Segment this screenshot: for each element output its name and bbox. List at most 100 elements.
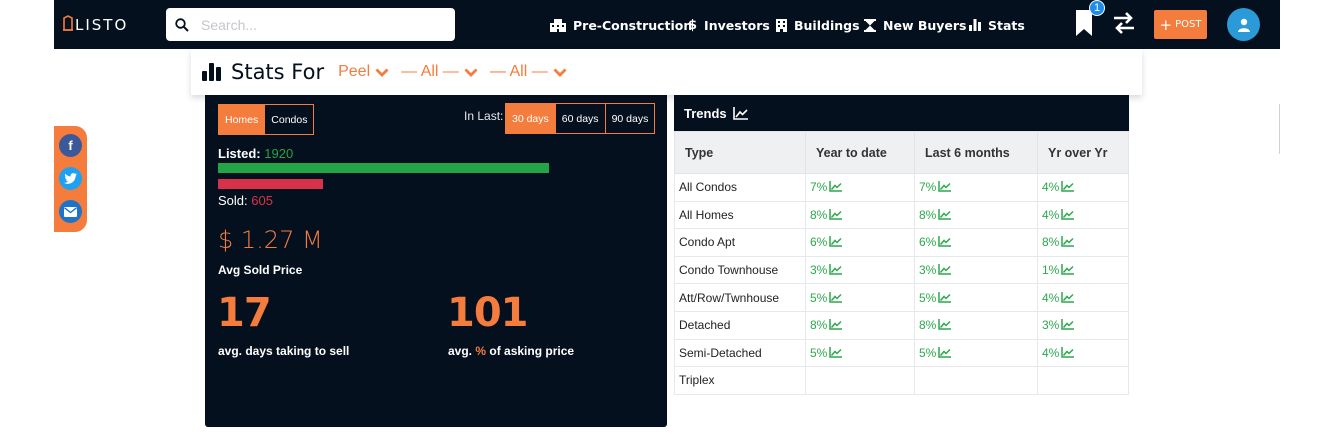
trend-cell-yoy: 4% [1037,338,1129,368]
percent-icon: % [475,344,487,358]
row-type: Condo Townhouse [674,255,806,285]
chevron-down-icon [553,68,567,77]
hourglass-icon [864,18,876,32]
trend-up-icon [938,291,952,303]
avg-days-value: 17 [217,290,272,336]
table-row: All Condos 7% 7% 4% [674,173,1129,202]
region-filter[interactable]: Peel [338,63,389,81]
asking-pre: avg. [448,344,473,358]
listed-label: Listed: [218,146,261,161]
row-type: All Homes [674,200,806,230]
listed-bar [218,163,549,173]
trend-value: 1% [1042,263,1060,278]
column-header: Yr over Yr [1037,131,1129,174]
twitter-icon[interactable] [59,167,82,190]
logo-text: LISTO [75,16,129,34]
tab-homes[interactable]: Homes [219,105,265,134]
sold-stat: Sold: 605 [218,193,273,208]
trend-cell-six: 5% [914,338,1038,368]
avg-sold-price: $ 1.27 M [218,226,323,254]
trend-value: 5% [810,290,828,305]
city-filter[interactable]: — All — [401,63,478,81]
post-button[interactable]: + POST [1154,10,1207,39]
trend-cell-yoy: 4% [1037,173,1129,202]
post-label: POST [1175,19,1202,30]
trends-table-body: All Condos 7% 7% 4% All Homes 8% 8% 4% Condo Apt… [674,173,1129,395]
avg-sold-price-label: Avg Sold Price [218,263,303,277]
trend-up-icon [829,319,843,331]
row-type: Detached [674,310,806,340]
trend-cell-yoy: 4% [1037,283,1129,312]
trend-cell-six: 6% [914,228,1038,257]
trend-cell-ytd: 3% [805,255,915,285]
trend-up-icon [1061,264,1075,275]
trends-header: Trends [674,95,1129,131]
table-row: All Homes 8% 8% 4% [674,200,1129,230]
tab-30-days[interactable]: 30 days [506,104,555,133]
search-icon [175,17,189,32]
row-type-label: Triplex [679,373,715,388]
facebook-icon[interactable]: f [59,134,82,157]
table-row: Semi-Detached 5% 5% 4% [674,338,1129,368]
row-type: Triplex [674,366,806,395]
search-box[interactable] [166,8,455,41]
table-row: Att/Row/Twnhouse 5% 5% 4% [674,283,1129,312]
avg-asking-value: 101 [447,290,528,336]
stats-title: Stats For [231,60,325,84]
trend-up-icon [829,181,843,193]
dollar-icon: $ [688,17,698,33]
bar-chart-icon [969,19,981,31]
nav-stats[interactable]: Stats [969,16,1025,34]
table-row: Condo Townhouse 3% 3% 1% [674,255,1129,285]
stats-filter-bar: Stats For Peel — All — — All — [191,49,1142,95]
row-type-label: Att/Row/Twnhouse [679,290,780,305]
search-input[interactable] [201,16,431,33]
row-type: All Condos [674,173,806,202]
nav-pre-construction[interactable]: Pre-Construction [550,16,692,34]
trend-cell-six [914,366,1038,395]
trend-cell-six: 7% [914,173,1038,202]
trend-cell-yoy: 1% [1037,255,1129,285]
tab-condos[interactable]: Condos [264,105,313,134]
bar-chart-icon [202,63,221,81]
trend-up-icon [938,236,952,248]
trend-value: 8% [919,318,937,333]
nav-label: Pre-Construction [573,17,693,33]
logo[interactable]: LISTO [62,14,128,36]
filter-value: — All — [489,63,548,80]
trend-cell-yoy [1037,366,1129,395]
listed-stat: Listed: 1920 [218,146,293,161]
nav-new-buyers[interactable]: New Buyers [864,16,967,34]
community-filter[interactable]: — All — [490,63,567,81]
trend-value: 7% [919,180,937,195]
bookmark-count-badge: 1 [1089,0,1105,16]
trend-value: 5% [919,290,937,305]
trend-value: 5% [810,345,828,360]
row-type-label: All Homes [679,207,734,222]
scroll-divider [1279,104,1280,154]
trend-up-icon [732,106,748,120]
compare-arrows-icon[interactable] [1111,11,1137,35]
trend-up-icon [1061,208,1075,220]
trend-cell-ytd: 8% [805,310,915,340]
plus-icon: + [1159,15,1173,34]
user-icon [1237,18,1250,32]
trends-title: Trends [684,105,727,121]
trend-up-icon [829,291,843,303]
trend-value: 8% [1042,235,1060,250]
nav-label: Buildings [794,17,860,33]
avatar[interactable] [1227,8,1260,41]
tab-90-days[interactable]: 90 days [604,104,655,133]
tab-60-days[interactable]: 60 days [554,104,605,133]
trend-cell-six: 5% [914,283,1038,312]
trend-cell-ytd: 8% [805,200,915,230]
email-icon[interactable] [59,200,82,223]
in-last-label: In Last: [464,109,504,123]
avg-days-label: avg. days taking to sell [218,344,350,358]
trend-up-icon [1061,236,1075,248]
share-bar: f [54,126,87,232]
trend-value: 4% [1042,290,1060,305]
nav-buildings[interactable]: Buildings [776,16,860,34]
nav-investors[interactable]: $ Investors [688,16,770,34]
trend-value: 3% [810,263,828,278]
